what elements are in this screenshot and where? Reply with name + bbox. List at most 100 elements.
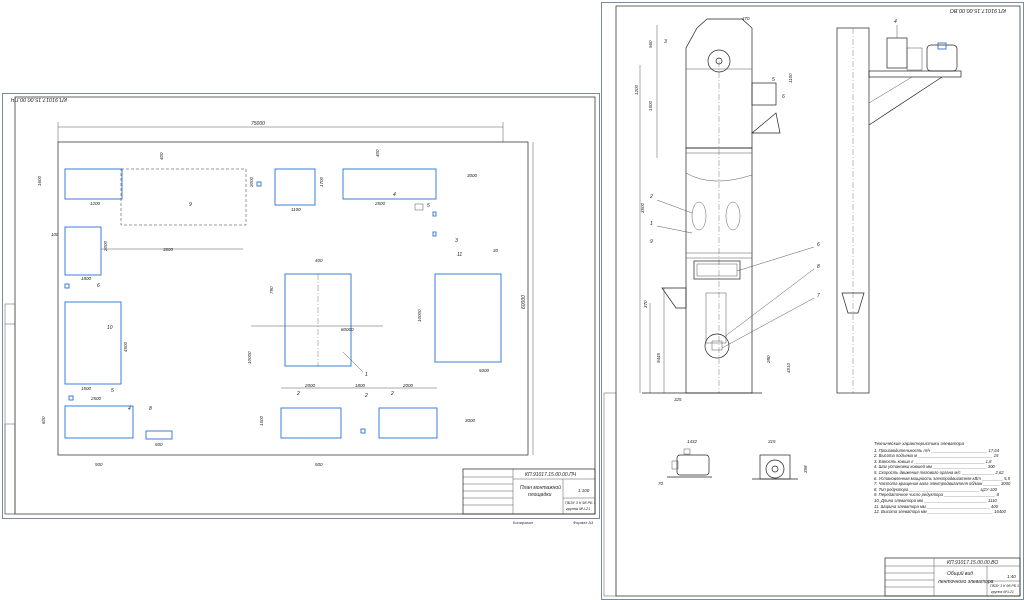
svg-text:370: 370 bbox=[643, 300, 648, 308]
svg-text:2000: 2000 bbox=[249, 176, 254, 188]
elevator-name-1: Общий вид bbox=[947, 570, 973, 577]
svg-text:60000: 60000 bbox=[341, 327, 354, 332]
inspection-window-left bbox=[691, 201, 707, 231]
equipment-3 bbox=[432, 231, 437, 237]
svg-text:группа МЧ-21: группа МЧ-21 bbox=[991, 590, 1014, 594]
svg-text:10000: 10000 bbox=[417, 309, 422, 322]
equipment-9-dashed bbox=[120, 168, 247, 226]
svg-text:9445: 9445 bbox=[656, 352, 661, 363]
svg-text:9: 9 bbox=[650, 239, 653, 245]
elevator-name-2: ленточного элеватора bbox=[937, 579, 994, 585]
svg-text:358: 358 bbox=[803, 465, 808, 473]
callout-9: 9 bbox=[189, 202, 192, 208]
equipment-2-left bbox=[280, 407, 342, 439]
gearbox bbox=[886, 37, 908, 69]
svg-text:6: 6 bbox=[817, 242, 820, 248]
svg-text:10000: 10000 bbox=[247, 351, 252, 364]
small-equipment-a bbox=[256, 181, 262, 187]
loading-hopper bbox=[661, 287, 687, 309]
svg-text:2000: 2000 bbox=[103, 240, 108, 252]
plan-title-block: КП.91017.15.00.00.ПЧ План монтажной площ… bbox=[462, 468, 596, 515]
elevator-code: КП.91017.15.00.00.ВО bbox=[947, 560, 998, 566]
plan-margin-strip bbox=[4, 303, 16, 515]
svg-text:1500: 1500 bbox=[259, 415, 264, 426]
elevator-stamp-top: КП.91017.15.00.00.ВО bbox=[949, 7, 1006, 13]
equipment-10 bbox=[64, 301, 122, 385]
svg-text:2: 2 bbox=[364, 393, 368, 399]
svg-text:2000: 2000 bbox=[402, 383, 414, 388]
equipment-2-right bbox=[378, 407, 438, 439]
svg-text:4510: 4510 bbox=[786, 362, 791, 373]
svg-text:400: 400 bbox=[375, 149, 380, 157]
svg-text:6: 6 bbox=[97, 283, 100, 289]
svg-text:10: 10 bbox=[107, 325, 113, 331]
svg-text:4: 4 bbox=[894, 19, 897, 25]
svg-text:1800: 1800 bbox=[355, 383, 366, 388]
svg-text:5: 5 bbox=[772, 77, 775, 83]
svg-text:2: 2 bbox=[390, 391, 394, 397]
svg-text:8: 8 bbox=[817, 264, 820, 270]
equipment-11 bbox=[434, 273, 502, 363]
svg-text:500: 500 bbox=[155, 442, 163, 447]
svg-text:400: 400 bbox=[315, 258, 323, 263]
svg-text:1200: 1200 bbox=[634, 84, 639, 95]
spec-title: Технические характеристики элеватора bbox=[874, 441, 965, 446]
svg-text:группа МЧ-21: группа МЧ-21 bbox=[566, 507, 590, 511]
svg-text:790: 790 bbox=[269, 286, 274, 294]
small-equipment-d bbox=[68, 395, 74, 401]
drive-platform bbox=[868, 70, 962, 78]
svg-text:400: 400 bbox=[159, 152, 164, 160]
svg-text:1500: 1500 bbox=[648, 100, 653, 111]
equipment-block-b bbox=[274, 168, 316, 206]
svg-text:1100: 1100 bbox=[291, 207, 301, 212]
plan-stamp-top: КП.91017.15.00.00.ПЧ bbox=[11, 96, 67, 102]
spec-line: 10. Длина элеватора мм _________________… bbox=[874, 497, 997, 503]
plan-name-2: площадки bbox=[528, 492, 552, 498]
svg-text:100: 100 bbox=[51, 232, 59, 237]
svg-text:500: 500 bbox=[95, 462, 103, 467]
svg-text:3: 3 bbox=[664, 39, 667, 45]
spec-line: 2. Высота подъема м ____________________… bbox=[874, 453, 999, 459]
equipment-block-a bbox=[64, 168, 123, 200]
svg-text:1800: 1800 bbox=[81, 276, 92, 281]
tension-block bbox=[693, 260, 741, 280]
small-equipment-b bbox=[432, 211, 437, 217]
elevator-sheet: КП.91017.15.00.00.ВО 3500 560 1500 370 9… bbox=[601, 2, 1024, 600]
elevator-scale: 1:40 bbox=[1007, 574, 1016, 579]
svg-text:325: 325 bbox=[674, 397, 682, 402]
svg-text:1100: 1100 bbox=[788, 73, 793, 83]
dim-overall-width: 75000 bbox=[251, 121, 265, 127]
svg-text:5: 5 bbox=[427, 203, 430, 209]
elevator-head bbox=[685, 18, 781, 393]
site-plan-drawing: КП.91017.15.00.00.ПЧ 75000 60000 1200 16… bbox=[4, 96, 596, 515]
svg-text:ПБЗУ 3 К 98 РБ 1: ПБЗУ 3 К 98 РБ 1 bbox=[990, 584, 1019, 588]
discharge-chute bbox=[751, 82, 777, 106]
svg-text:2500: 2500 bbox=[374, 201, 386, 206]
svg-text:1: 1 bbox=[650, 221, 653, 227]
svg-text:315: 315 bbox=[768, 439, 776, 444]
inspection-window-right bbox=[725, 201, 741, 231]
dim-overall-height: 60000 bbox=[521, 295, 527, 309]
motor-views: 1432 70 315 358 bbox=[658, 439, 808, 486]
small-equipment-c bbox=[64, 283, 70, 289]
svg-text:8: 8 bbox=[149, 406, 152, 412]
svg-text:3500: 3500 bbox=[640, 202, 645, 213]
svg-text:1200: 1200 bbox=[90, 201, 101, 206]
elevator-title-block: КП.91017.15.00.00.ВО Общий вид ленточног… bbox=[884, 557, 1021, 597]
svg-text:1600: 1600 bbox=[37, 175, 42, 186]
spec-line: 7. Частота вращения вала электродвигател… bbox=[874, 481, 1011, 487]
svg-text:2: 2 bbox=[649, 194, 653, 200]
svg-text:1500: 1500 bbox=[81, 386, 92, 391]
equipment-8 bbox=[145, 430, 173, 440]
spec-list: Технические характеристики элеватора 1. … bbox=[874, 441, 1014, 515]
equipment-6 bbox=[360, 428, 366, 434]
equipment-block-c bbox=[64, 226, 102, 276]
svg-text:5000: 5000 bbox=[479, 368, 490, 373]
svg-text:ПБЗУ 3 К 98 РБ 1: ПБЗУ 3 К 98 РБ 1 bbox=[565, 501, 596, 505]
svg-text:70: 70 bbox=[658, 481, 664, 486]
svg-text:1432: 1432 bbox=[687, 439, 698, 444]
svg-text:470: 470 bbox=[742, 16, 750, 21]
svg-text:560: 560 bbox=[648, 40, 653, 48]
svg-text:500: 500 bbox=[315, 462, 323, 467]
plan-scale: 1:100 bbox=[578, 488, 590, 493]
